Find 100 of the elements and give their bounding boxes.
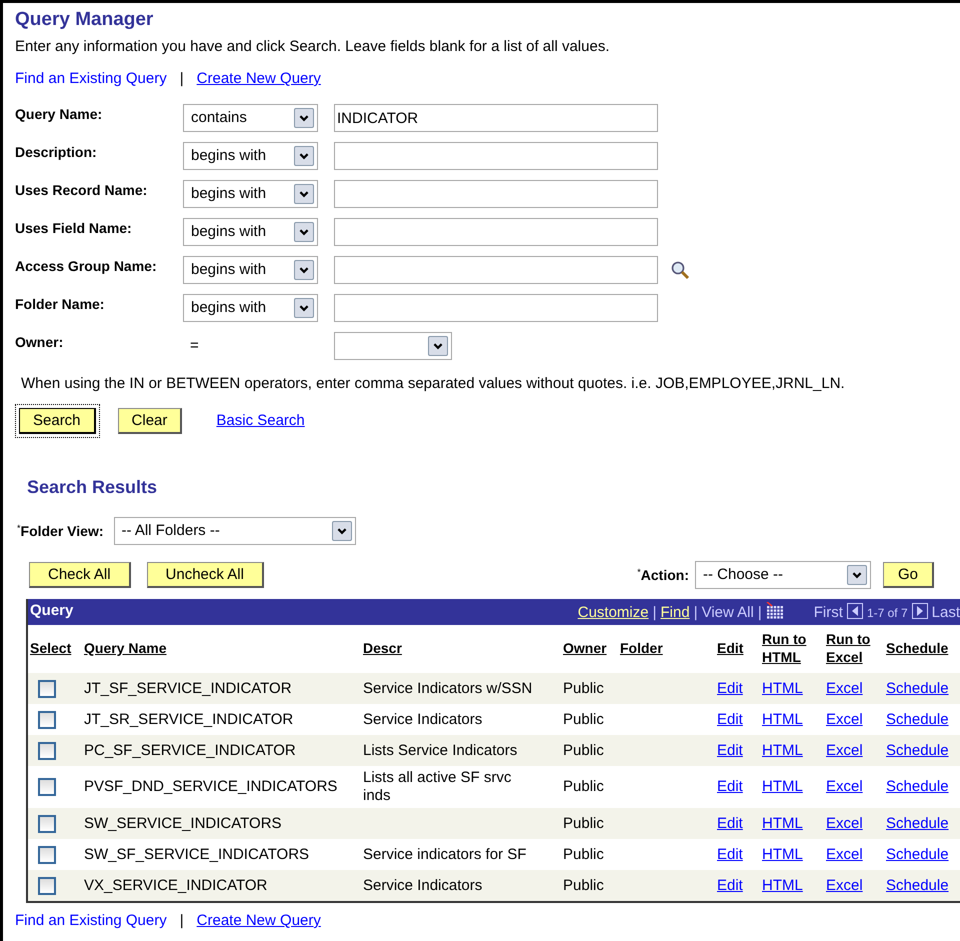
caret-icon	[846, 565, 867, 585]
table-cell: Public	[561, 766, 618, 808]
text-field[interactable]: INDICATOR	[334, 104, 658, 132]
table-cell: Public	[561, 673, 618, 704]
table-cell: JT_SR_SERVICE_INDICATOR	[82, 704, 361, 735]
table-link[interactable]: HTML	[762, 710, 803, 728]
text-field[interactable]	[334, 180, 658, 208]
caret-icon	[294, 222, 314, 242]
text-field[interactable]	[334, 142, 658, 170]
table-link[interactable]: Edit	[717, 846, 743, 862]
pager-first: First	[814, 602, 843, 622]
page-link[interactable]: Create New Query	[196, 69, 321, 89]
table-cell: JT_SF_SERVICE_INDICATOR	[82, 673, 361, 704]
pager-last: Last	[932, 602, 960, 622]
operator-dropdown[interactable]: contains	[183, 104, 318, 132]
action-button[interactable]: Uncheck All	[146, 562, 264, 588]
page-link[interactable]: Find an Existing Query	[15, 911, 167, 931]
table-cell: Service Indicators	[361, 870, 561, 901]
previous-icon[interactable]	[846, 603, 863, 620]
operator-dropdown[interactable]: begins with	[183, 142, 318, 170]
grid-link[interactable]: Customize	[578, 602, 649, 624]
checkbox[interactable]	[38, 846, 56, 864]
separator: |	[694, 602, 698, 622]
field-label: Uses Record Name:	[15, 181, 148, 200]
column-header[interactable]: Edit	[715, 625, 760, 673]
grid-title: Query	[30, 601, 74, 622]
table-link[interactable]: Excel	[826, 846, 863, 862]
table-cell: SW_SF_SERVICE_INDICATORS	[82, 839, 361, 870]
field-label: Uses Field Name:	[15, 219, 133, 238]
page-link[interactable]: Find an Existing Query	[15, 69, 167, 89]
table-cell: Service Indicators	[361, 704, 561, 735]
column-header[interactable]: Owner	[561, 625, 618, 673]
column-header[interactable]: Descr	[361, 625, 561, 673]
caret-icon	[294, 298, 314, 318]
grid-link[interactable]: Find	[660, 602, 690, 624]
field-label: $^{*}$Folder View:	[17, 522, 104, 540]
caret-icon	[294, 260, 314, 280]
separator: |	[180, 911, 184, 931]
checkbox[interactable]	[38, 814, 56, 832]
go-button[interactable]: Go	[882, 562, 934, 588]
table-link[interactable]: Schedule	[886, 846, 949, 862]
field-label: Access Group Name:	[15, 257, 158, 276]
checkbox[interactable]	[38, 710, 56, 728]
column-header[interactable]: Run to Excel	[824, 625, 884, 673]
table-link[interactable]: HTML	[762, 846, 803, 862]
checkbox[interactable]	[38, 778, 56, 796]
table-cell: Public	[561, 808, 618, 839]
table-cell: Public	[561, 735, 618, 766]
column-header[interactable]: Query Name	[82, 625, 361, 673]
instructions-text: Enter any information you have and click Search. Leave fields blank for a list of all values.	[15, 37, 610, 57]
checkbox[interactable]	[38, 742, 56, 760]
caret-icon	[294, 184, 314, 204]
column-header[interactable]: Folder	[618, 625, 715, 673]
column-header[interactable]: Schedule	[884, 625, 960, 673]
separator: |	[652, 602, 656, 622]
table-link[interactable]: Schedule	[886, 710, 949, 728]
table-cell: Lists all active SF srvc inds	[361, 766, 561, 808]
field-label: $^{*}$Action:	[637, 566, 689, 584]
column-header[interactable]: Select	[28, 625, 82, 673]
operator-dropdown[interactable]: begins with	[183, 218, 318, 246]
caret-icon	[294, 146, 314, 166]
basic-search-link[interactable]: Basic Search	[216, 410, 305, 432]
table-cell: PC_SF_SERVICE_INDICATOR	[82, 735, 361, 766]
table-cell: Service indicators for SF	[361, 839, 561, 870]
action-button[interactable]: Clear	[118, 408, 182, 434]
page-link[interactable]: Create New Query	[196, 911, 321, 931]
next-icon[interactable]	[912, 603, 928, 620]
table-link[interactable]: Excel	[826, 778, 863, 795]
pager-range: 1-7 of 7	[866, 604, 908, 622]
table-cell: Public	[561, 839, 618, 870]
text-field[interactable]	[334, 256, 658, 284]
separator: |	[758, 602, 762, 622]
grid-link[interactable]: View All	[702, 602, 754, 624]
table-link[interactable]: Excel	[826, 710, 863, 728]
operator-text: =	[189, 336, 199, 354]
table-cell: Public	[561, 704, 618, 735]
table-cell: Service Indicators w/SSN	[361, 673, 561, 704]
table-link[interactable]: HTML	[762, 778, 803, 795]
table-cell: Lists Service Indicators	[361, 735, 561, 766]
table-link[interactable]: Edit	[717, 710, 743, 728]
owner-dropdown[interactable]	[334, 332, 452, 360]
search-icon[interactable]	[670, 260, 690, 280]
column-header[interactable]: Run to HTML	[760, 625, 824, 673]
action-dropdown[interactable]: -- Choose --	[694, 561, 871, 589]
folder-dropdown[interactable]: -- All Folders --	[114, 517, 356, 545]
text-field[interactable]	[334, 218, 658, 246]
table-cell: VX_SERVICE_INDICATOR	[82, 870, 361, 901]
operator-dropdown[interactable]: begins with	[183, 294, 318, 322]
field-label: Description:	[15, 143, 98, 162]
field-label: Folder Name:	[15, 295, 106, 314]
table-link[interactable]: Edit	[717, 778, 743, 795]
action-button[interactable]: Check All	[29, 562, 131, 588]
checkbox[interactable]	[38, 680, 56, 698]
checkbox[interactable]	[38, 876, 56, 894]
table-cell: SW_SERVICE_INDICATORS	[82, 808, 361, 839]
operator-dropdown[interactable]: begins with	[183, 256, 318, 284]
spreadsheet-icon[interactable]	[766, 602, 784, 620]
text-field[interactable]	[334, 294, 658, 322]
table-link[interactable]: Schedule	[886, 778, 949, 795]
operator-dropdown[interactable]: begins with	[183, 180, 318, 208]
